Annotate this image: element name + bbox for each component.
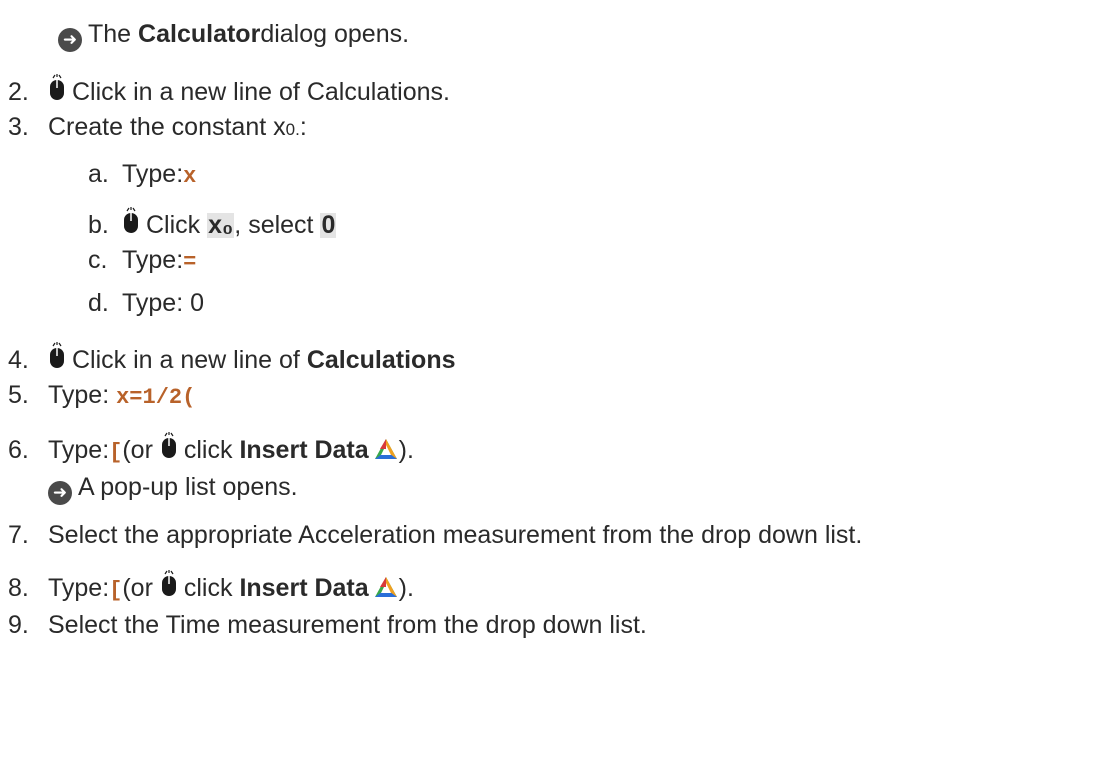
step-number: 8. [8,574,29,602]
step-text: Click [146,211,201,239]
step-text: Type: [48,574,110,602]
step-text-end: ). [398,574,414,602]
step-text: Click in a new line of [72,346,300,374]
intro-bold: Calculator [138,20,261,48]
step-3d: d. Type: 0 [88,291,204,316]
step-8: 8. Type: [ (or click Insert Data ). [8,568,414,602]
arrow-right-circle-icon: ➜ [58,28,82,52]
step-bold: Insert Data [239,436,369,464]
step-number: b. [88,211,109,239]
step-text: Click in a new line of Calculations. [72,78,450,106]
step-9: 9. Select the Time measurement from the … [8,613,647,638]
step-4: 4. Click in a new line of Calculations [8,340,456,373]
step-2: 2. Click in a new line of Calculations. [8,72,450,105]
step-3b: b. Click x₀, select 0 [88,205,337,239]
step-6-result: ➜ A pop-up list opens. [48,473,298,505]
mouse-icon [50,74,64,100]
intro-result: ➜ The Calculator dialog opens. [58,20,410,52]
subscript: 0. [285,120,300,139]
step-number: 3. [8,113,29,141]
step-text-mid: , select [234,211,314,239]
step-text: Select the Time measurement from the dro… [48,611,647,639]
insert-data-icon [374,439,397,459]
x0-button-label: x₀ [207,211,235,239]
step-3c: c. Type: = [88,248,196,274]
code-text: x=1/2( [116,385,196,410]
arrow-right-circle-icon: ➜ [48,481,72,505]
code-text: [ [109,440,123,465]
step-text: Type: [122,160,184,188]
step-colon: : [299,113,307,141]
step-5: 5. Type: x=1/2( [8,383,195,409]
step-text-mid: (or [122,436,153,464]
step-text: Type: 0 [122,289,204,317]
step-bold: Insert Data [239,574,369,602]
step-number: d. [88,289,109,317]
value-label: 0 [320,211,337,239]
step-6: 6. Type: [ (or click Insert Data ). [8,430,414,464]
step-text-end: ). [398,436,414,464]
code-text: = [183,250,197,275]
insert-data-icon [374,577,397,597]
step-number: 9. [8,611,29,639]
step-number: 5. [8,381,29,409]
step-text: Type: [48,381,110,409]
intro-suffix: dialog opens. [260,20,410,48]
step-number: 7. [8,521,29,549]
step-text: Select the appropriate Acceleration meas… [48,521,863,549]
code-text: x [183,164,197,189]
step-text: Type: [122,246,184,274]
step-text-mid: (or [122,574,153,602]
mouse-icon [161,570,176,596]
step-3: 3. Create the constant x 0.: [8,115,307,140]
step-3a: a. Type: x [88,162,196,188]
mouse-icon [161,432,176,458]
step-number: c. [88,246,108,274]
step-text: Create the constant x [48,113,286,141]
step-number: 6. [8,436,29,464]
mouse-icon [50,342,64,368]
step-7: 7. Select the appropriate Acceleration m… [8,523,862,548]
step-number: 2. [8,78,29,106]
code-text: [ [109,578,123,603]
step-number: a. [88,160,109,188]
step-bold: Calculations [306,346,456,374]
mouse-icon [124,207,138,233]
intro-prefix: The [88,20,132,48]
step-text-mid2: click [183,574,233,602]
result-text: A pop-up list opens. [78,473,298,501]
step-text-mid2: click [183,436,233,464]
step-text: Type: [48,436,110,464]
step-number: 4. [8,346,29,374]
